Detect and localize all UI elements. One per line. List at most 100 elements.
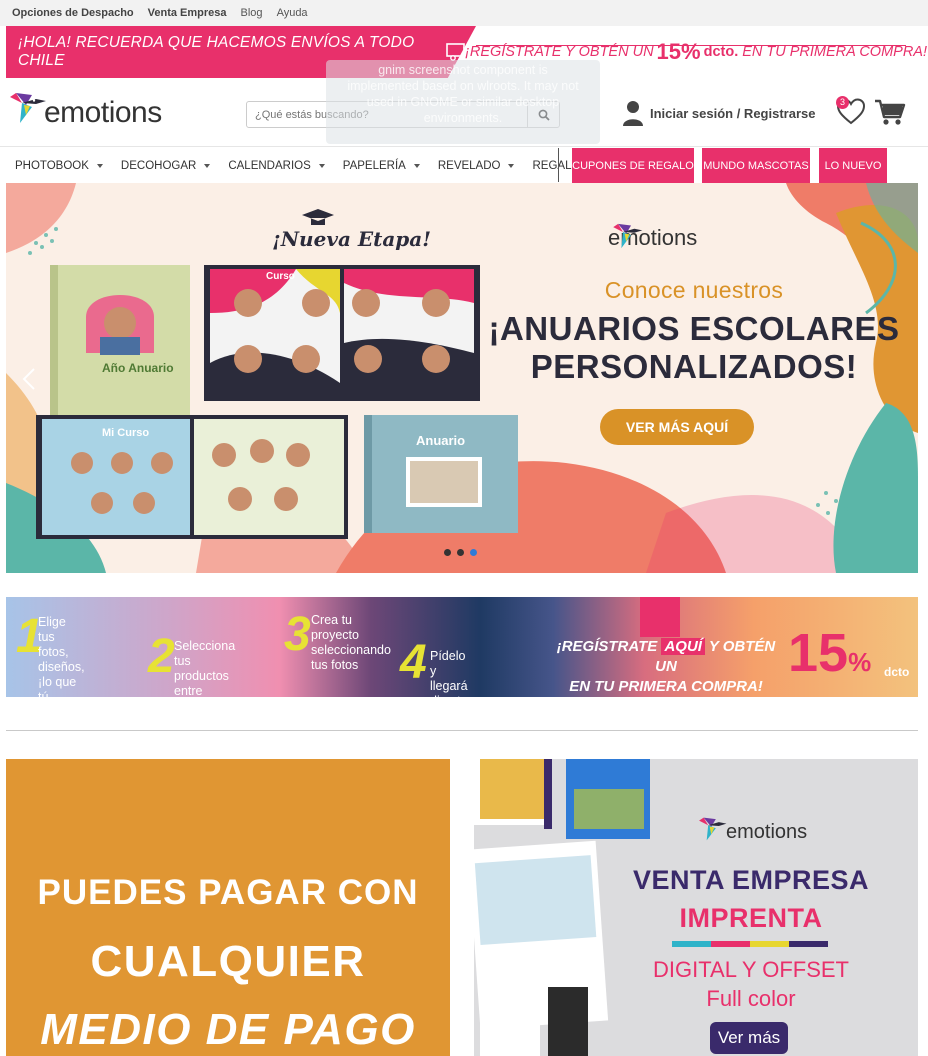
caret-down-icon bbox=[96, 163, 103, 168]
search-input[interactable] bbox=[247, 102, 527, 127]
utility-bar: Opciones de Despacho Venta Empresa Blog … bbox=[0, 0, 928, 26]
chevron-left-icon bbox=[22, 368, 35, 390]
stripe-cyan bbox=[672, 941, 711, 947]
carousel-dot[interactable] bbox=[444, 549, 451, 556]
hero-ver-mas-button[interactable]: VER MÁS AQUÍ bbox=[600, 409, 754, 445]
steps-register-promo[interactable]: ¡REGÍSTRATE AQUÍ Y OBTÉN UN EN TU PRIMER… bbox=[546, 637, 786, 697]
link-ayuda[interactable]: Ayuda bbox=[277, 7, 308, 19]
user-icon bbox=[623, 101, 643, 126]
nav-photobook-label: PHOTOBOOK bbox=[15, 159, 89, 172]
hero-nueva-etapa: ¡Nueva Etapa! bbox=[272, 227, 432, 251]
stripe-purple bbox=[789, 941, 828, 947]
stripe-yellow bbox=[750, 941, 789, 947]
payment-methods-banner[interactable]: PUEDES PAGAR CON CUALQUIER MEDIO DE PAGO bbox=[6, 759, 450, 1056]
logo-wordmark: emotions bbox=[44, 96, 162, 129]
hero-carousel[interactable]: ¡Nueva Etapa! Año Anuario Mi Curso Curso… bbox=[6, 183, 918, 573]
steps-discount-number: 15% bbox=[788, 623, 871, 692]
book-label-curso: Curso bbox=[266, 271, 295, 282]
link-blog[interactable]: Blog bbox=[241, 7, 263, 19]
step-3-text: Crea tu proyecto seleccionando tus fotos bbox=[311, 613, 391, 672]
hummingbird-logo-icon bbox=[6, 87, 48, 129]
nav-mundo-mascotas[interactable]: MUNDO MASCOTAS bbox=[702, 148, 810, 183]
nav-decohogar[interactable]: DECOHOGAR bbox=[112, 147, 219, 184]
link-venta-empresa[interactable]: Venta Empresa bbox=[148, 7, 227, 19]
venta-empresa-logo-wordmark: emotions bbox=[726, 820, 808, 843]
account-text: Iniciar sesión / Registrarse bbox=[650, 105, 816, 121]
payment-line1: PUEDES PAGAR CON bbox=[37, 873, 419, 912]
shipping-promo-text: ¡HOLA! RECUERDA QUE HACEMOS ENVÍOS A TOD… bbox=[18, 34, 415, 69]
hero-logo: emotions bbox=[608, 219, 697, 251]
site-logo[interactable]: emotions bbox=[6, 86, 162, 130]
link-opciones-despacho[interactable]: Opciones de Despacho bbox=[12, 7, 134, 19]
wishlist-button[interactable]: 3 bbox=[836, 96, 866, 126]
venta-empresa-title: VENTA EMPRESA bbox=[632, 865, 870, 895]
step-4-text: Pídelo y llegará directo a tu casa bbox=[430, 649, 468, 697]
nav-divider bbox=[558, 148, 559, 182]
shipping-promo: ¡HOLA! RECUERDA QUE HACEMOS ENVÍOS A TOD… bbox=[6, 26, 476, 78]
site-header: emotions Iniciar sesión / Registrarse 3 bbox=[0, 78, 928, 146]
register-promo-prefix: ¡REGÍSTRATE Y OBTÉN UN bbox=[465, 44, 654, 60]
hero-title-line1: ¡ANUARIOS ESCOLARES bbox=[488, 310, 900, 347]
cart-icon bbox=[875, 99, 906, 125]
book-label-anuario: Anuario bbox=[416, 433, 466, 448]
steps-pink-tab bbox=[640, 597, 680, 637]
nav-cupones-de-regalo[interactable]: CUPONES DE REGALO bbox=[572, 148, 694, 183]
hummingbird-logo-icon bbox=[613, 223, 643, 249]
promo-underline bbox=[476, 45, 906, 46]
nav-decohogar-label: DECOHOGAR bbox=[120, 159, 197, 172]
step-4-number: 4 bbox=[400, 636, 427, 689]
register-promo-pct: 15% bbox=[656, 39, 701, 64]
search-bar bbox=[246, 101, 560, 128]
nav-photobook[interactable]: PHOTOBOOK bbox=[6, 147, 112, 184]
nav-revelado[interactable]: REVELADO bbox=[429, 147, 524, 184]
venta-empresa-logo: emotions bbox=[696, 813, 807, 845]
digital-offset-text: DIGITAL Y OFFSET bbox=[652, 957, 849, 982]
caret-down-icon bbox=[508, 163, 515, 168]
carousel-prev-button[interactable] bbox=[20, 367, 40, 391]
register-promo-dcto: dcto. bbox=[703, 44, 739, 60]
hero-title-line2: PERSONALIZADOS! bbox=[530, 348, 858, 385]
full-color-text: Full color bbox=[706, 986, 796, 1011]
book-label-mi-curso: Mi Curso bbox=[102, 427, 150, 439]
main-nav: PHOTOBOOK DECOHOGAR CALENDARIOS PAPELERÍ… bbox=[0, 146, 928, 183]
nav-calendarios-label: CALENDARIOS bbox=[228, 159, 311, 172]
register-promo[interactable]: ¡REGÍSTRATE Y OBTÉN UN 15% dcto. EN TU P… bbox=[465, 26, 927, 78]
wishlist-count-badge: 3 bbox=[836, 96, 849, 109]
venta-empresa-banner[interactable]: emotions VENTA EMPRESA IMPRENTA DIGITAL … bbox=[474, 759, 918, 1056]
steps-promo-aqui[interactable]: AQUÍ bbox=[661, 638, 705, 655]
how-it-works-banner[interactable]: 1 Elige tus fotos, diseños, ¡lo que tú q… bbox=[6, 597, 918, 697]
imprenta-title: IMPRENTA bbox=[679, 903, 823, 933]
steps-promo-c: EN TU PRIMERA COMPRA! bbox=[569, 678, 763, 695]
ver-mas-button[interactable]: Ver más bbox=[710, 1022, 788, 1054]
steps-promo-a: ¡REGÍSTRATE bbox=[556, 638, 658, 655]
step-2-number: 2 bbox=[148, 630, 175, 683]
search-icon bbox=[538, 109, 550, 121]
nav-lo-nuevo[interactable]: LO NUEVO bbox=[819, 148, 887, 183]
caret-down-icon bbox=[318, 163, 325, 168]
steps-discount-value: 15 bbox=[788, 623, 849, 683]
payment-line3: MEDIO DE PAGO bbox=[40, 1005, 416, 1054]
step-1-text: Elige tus fotos, diseños, ¡lo que tú qui… bbox=[38, 615, 85, 697]
step-2-text: Selecciona tus productos entre cientos d… bbox=[174, 639, 236, 697]
step-3-number: 3 bbox=[284, 608, 311, 661]
book-label-ano-anuario: Año Anuario bbox=[102, 361, 174, 375]
nav-papeleria-label: PAPELERÍA bbox=[342, 159, 406, 172]
register-promo-suffix: EN TU PRIMERA COMPRA! bbox=[742, 44, 927, 60]
caret-down-icon bbox=[413, 163, 420, 168]
nav-calendarios[interactable]: CALENDARIOS bbox=[219, 147, 333, 184]
steps-discount-dcto: dcto bbox=[884, 665, 910, 679]
search-button[interactable] bbox=[527, 102, 559, 127]
carousel-dot-active[interactable] bbox=[470, 549, 477, 556]
brand-color-stripes bbox=[672, 941, 828, 947]
cart-button[interactable] bbox=[874, 98, 906, 126]
section-divider bbox=[6, 730, 918, 731]
hero-subtitle: Conoce nuestros bbox=[604, 277, 784, 303]
nav-papeleria[interactable]: PAPELERÍA bbox=[334, 147, 429, 184]
hummingbird-logo-icon bbox=[699, 817, 727, 841]
carousel-dot[interactable] bbox=[457, 549, 464, 556]
caret-down-icon bbox=[204, 163, 211, 168]
steps-discount-sign: % bbox=[848, 647, 872, 677]
account-link[interactable]: Iniciar sesión / Registrarse bbox=[622, 100, 815, 126]
stripe-pink bbox=[711, 941, 750, 947]
nav-revelado-label: REVELADO bbox=[437, 159, 501, 172]
